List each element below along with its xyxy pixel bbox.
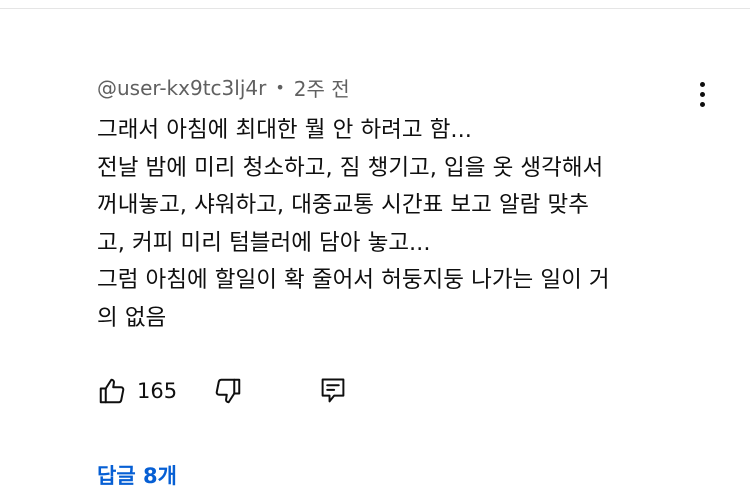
more-vert-icon bbox=[699, 81, 705, 87]
replies-toggle[interactable]: 답글 8개 bbox=[97, 460, 177, 490]
comment-line: 의 없음 bbox=[97, 304, 167, 331]
comment-menu-button[interactable] bbox=[690, 78, 714, 110]
comment-line: 그래서 아침에 최대한 뭘 안 하려고 함... bbox=[97, 117, 472, 143]
comment-line: 고, 커피 미리 텀블러에 담아 놓고... bbox=[97, 229, 431, 256]
comment-header: @user-kx9tc3lj4r • 2주 전 bbox=[97, 73, 350, 102]
comment-actions: 165 bbox=[97, 374, 347, 408]
comment-body: 그래서 아침에 최대한 뭘 안 하려고 함... 전날 밤에 미리 청소하고, … bbox=[97, 112, 697, 338]
more-vert-icon-dot bbox=[699, 91, 705, 97]
reply-comment-icon bbox=[321, 378, 345, 403]
comment-author[interactable]: @user-kx9tc3lj4r bbox=[97, 76, 266, 100]
thumbs-up-icon bbox=[99, 378, 125, 404]
dislike-button[interactable] bbox=[213, 376, 243, 406]
like-button[interactable]: 165 bbox=[97, 376, 177, 406]
like-count: 165 bbox=[137, 379, 178, 403]
reply-button[interactable] bbox=[319, 376, 347, 406]
comment-time[interactable]: 2주 전 bbox=[294, 73, 350, 102]
comment-line: 그럼 아침에 할일이 확 줄어서 허둥지둥 나가는 일이 거 bbox=[97, 267, 610, 294]
top-divider bbox=[0, 8, 750, 9]
more-vert-icon-dot bbox=[699, 101, 705, 107]
meta-separator: • bbox=[275, 78, 285, 97]
comment-line: 꺼내놓고, 샤워하고, 대중교통 시간표 보고 알람 맞추 bbox=[97, 192, 589, 219]
thumbs-down-icon bbox=[215, 378, 241, 404]
comment-line: 전날 밤에 미리 청소하고, 짐 챙기고, 입을 옷 생각해서 bbox=[97, 154, 604, 181]
